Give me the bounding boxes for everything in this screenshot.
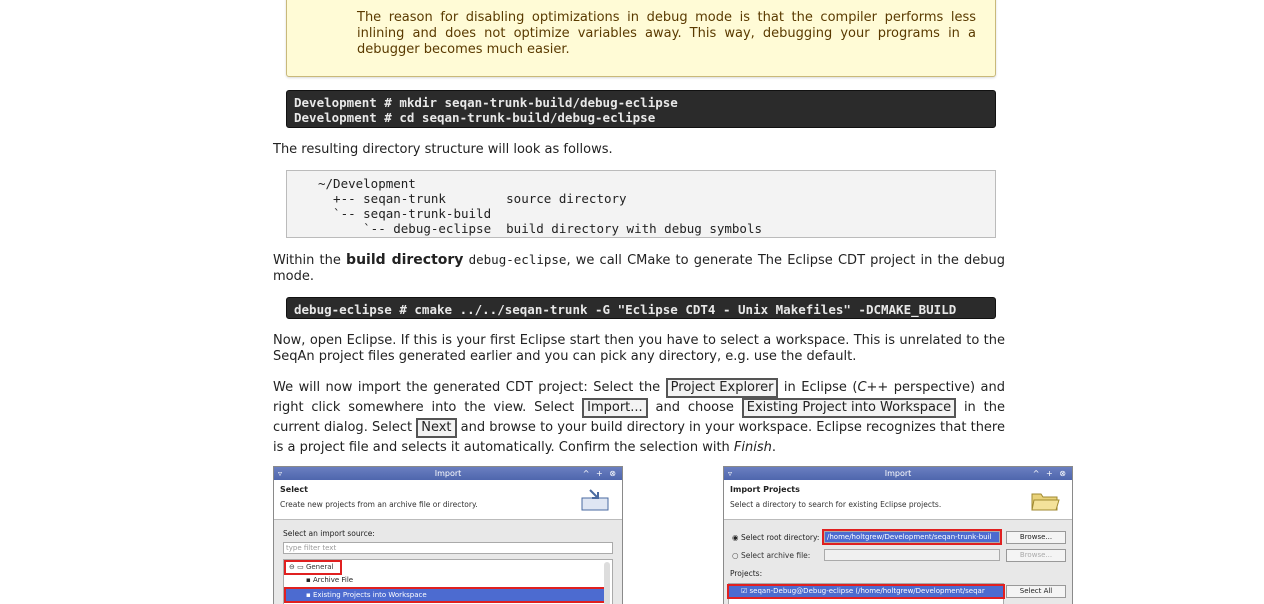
tree-item-archive: ▪ Archive File: [306, 576, 354, 584]
screenshot-import-projects: ▿ Import ^ + ⊗ Import Projects Select a …: [723, 466, 1073, 604]
text-fragment: Within the: [273, 253, 347, 268]
browse-button-root: Browse...: [1006, 531, 1066, 544]
dialog-title: Import: [884, 469, 912, 478]
dialog-titlebar: ▿ Import ^ + ⊗: [724, 467, 1072, 480]
tree-item-existing-projects: ▪ Existing Projects into Workspace: [284, 587, 608, 603]
note-text: The reason for disabling optimizations i…: [357, 10, 976, 57]
window-controls: ^ + ⊗: [1032, 469, 1068, 478]
inline-code-debug-eclipse: debug-eclipse: [468, 252, 567, 267]
filter-input: type filter text: [283, 542, 613, 554]
tree-item-label: General: [305, 563, 334, 571]
tree-item-general: ⊖ ▭ General: [284, 560, 342, 575]
folder-icon: [1031, 493, 1060, 511]
tree-item-label: Archive File: [312, 576, 354, 584]
scrollbar: [604, 562, 610, 604]
admonition-note: The reason for disabling optimizations i…: [286, 0, 996, 77]
import-wizard-icon: [581, 489, 609, 511]
directory-tree-text: ~/Development +-- seqan-trunk source dir…: [318, 176, 763, 236]
projects-label: Projects:: [730, 569, 763, 578]
root-directory-radio: ◉ Select root directory:: [732, 533, 820, 542]
root-directory-field: /home/holtgrew/Development/seqan-trunk-b…: [822, 529, 1002, 545]
project-item-label: seqan-Debug@Debug-eclipse (/home/holtgre…: [749, 587, 985, 595]
paragraph-open-eclipse: Now, open Eclipse. If this is your first…: [273, 333, 1005, 364]
directory-tree-block: ~/Development +-- seqan-trunk source dir…: [286, 170, 996, 238]
text-fragment: and choose: [647, 400, 742, 415]
dialog-title: Import: [434, 469, 462, 478]
console-block-cmake: debug-eclipse # cmake ../../seqan-trunk …: [286, 297, 996, 319]
dialog-titlebar: ▿ Import ^ + ⊗: [274, 467, 622, 480]
gui-label-project-explorer: Project Explorer: [665, 378, 779, 398]
text-fragment: We will now import the generated CDT pro…: [273, 380, 666, 395]
dialog-subheading: Create new projects from an archive file…: [280, 500, 478, 509]
gui-label-existing-project: Existing Project into Workspace: [741, 398, 957, 418]
text-fragment: in Eclipse (: [778, 380, 858, 395]
paragraph-directory-structure: The resulting directory structure will l…: [273, 142, 613, 157]
import-source-label: Select an import source:: [283, 529, 375, 538]
project-item: ☑ seqan-Debug@Debug-eclipse (/home/holtg…: [727, 584, 1005, 599]
dialog-heading: Select: [280, 485, 308, 494]
select-all-button: Select All: [1006, 585, 1066, 598]
menu-icon: ▿: [278, 469, 283, 478]
browse-button-archive: Browse...: [1006, 549, 1066, 562]
radio-label: Select root directory:: [740, 533, 820, 542]
console-text: debug-eclipse # cmake ../../seqan-trunk …: [294, 302, 957, 317]
import-source-tree: ⊖ ▭ General ▪ Archive File ▪ Existing Pr…: [283, 559, 613, 604]
emphasis-finish: Finish: [733, 440, 772, 455]
gui-label-next: Next: [416, 418, 457, 438]
dialog-header: Select Create new projects from an archi…: [274, 480, 622, 520]
console-text: Development # mkdir seqan-trunk-build/de…: [294, 95, 678, 125]
archive-file-field: [824, 549, 1000, 561]
archive-file-radio: ○ Select archive file:: [732, 551, 811, 560]
projects-list: ☑ seqan-Debug@Debug-eclipse (/home/holtg…: [727, 583, 1005, 604]
paragraph-build-directory: Within the build directory debug-eclipse…: [273, 252, 1005, 285]
radio-label: Select archive file:: [740, 551, 811, 560]
build-directory-term: build directory: [346, 252, 464, 268]
gui-label-import: Import...: [582, 398, 648, 418]
screenshot-import-select: ▿ Import ^ + ⊗ Select Create new project…: [273, 466, 623, 604]
emphasis-cpp: C++: [857, 380, 889, 395]
console-block-mkdir: Development # mkdir seqan-trunk-build/de…: [286, 90, 996, 128]
window-controls: ^ + ⊗: [582, 469, 618, 478]
menu-icon: ▿: [728, 469, 733, 478]
text-fragment: .: [771, 440, 777, 455]
tree-item-label: Existing Projects into Workspace: [312, 591, 427, 599]
dialog-heading: Import Projects: [730, 485, 800, 494]
paragraph-import-project: We will now import the generated CDT pro…: [273, 378, 1005, 458]
dialog-header: Import Projects Select a directory to se…: [724, 480, 1072, 520]
dialog-subheading: Select a directory to search for existin…: [730, 500, 942, 509]
